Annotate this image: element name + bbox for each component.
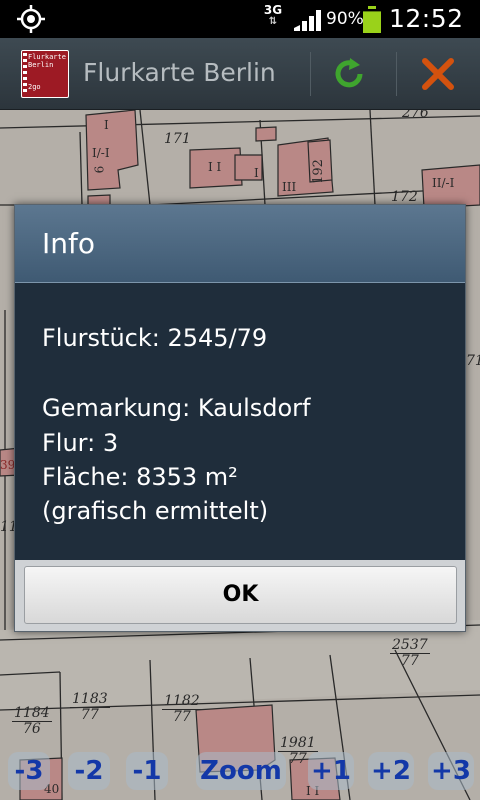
app-title: Flurkarte Berlin xyxy=(83,58,276,87)
logo-line-3: 2go xyxy=(28,83,41,91)
flur-text: Flur: 3 xyxy=(42,429,119,457)
dialog-footer: OK xyxy=(15,560,465,631)
status-bar: 3G ⇅ 90% 12:52 xyxy=(0,0,480,38)
zoom-bar: -3 -2 -1 Zoom +1 +2 +3 xyxy=(0,748,480,798)
zoom-minus-1-button[interactable]: -1 xyxy=(126,752,168,790)
app-logo-icon[interactable]: Flurkarte Berlin 2go xyxy=(21,50,69,98)
logo-line-1: Flurkarte xyxy=(28,53,66,61)
close-icon[interactable] xyxy=(418,56,458,92)
zoom-plus-2-button[interactable]: +2 xyxy=(368,752,414,790)
logo-line-2: Berlin xyxy=(28,61,54,69)
battery-icon xyxy=(363,6,381,33)
action-divider xyxy=(310,52,311,96)
network-activity-icon: ⇅ xyxy=(268,16,278,27)
action-bar: Flurkarte Berlin 2go Flurkarte Berlin xyxy=(0,38,480,110)
zoom-plus-3-button[interactable]: +3 xyxy=(428,752,474,790)
signal-icon xyxy=(294,10,321,31)
battery-percent: 90% xyxy=(326,9,364,29)
gps-icon xyxy=(17,5,45,33)
ok-button[interactable]: OK xyxy=(24,566,457,624)
dialog-body: Flurstück: 2545/79 Gemarkung: Kaulsdorf … xyxy=(15,284,465,560)
flaeche-text: Fläche: 8353 m² xyxy=(42,463,238,491)
flurstueck-text: Flurstück: 2545/79 xyxy=(42,324,268,352)
refresh-icon[interactable] xyxy=(330,56,370,92)
network-type-label: 3G xyxy=(263,3,283,17)
zoom-button[interactable]: Zoom xyxy=(196,752,286,790)
dialog-title: Info xyxy=(42,227,95,260)
network-type: 3G ⇅ xyxy=(262,4,284,28)
clock: 12:52 xyxy=(389,4,464,33)
info-dialog: Info Flurstück: 2545/79 Gemarkung: Kauls… xyxy=(14,204,466,632)
zoom-minus-3-button[interactable]: -3 xyxy=(8,752,50,790)
action-divider xyxy=(396,52,397,96)
area-note-text: (grafisch ermittelt) xyxy=(42,497,269,525)
zoom-minus-2-button[interactable]: -2 xyxy=(68,752,110,790)
gemarkung-text: Gemarkung: Kaulsdorf xyxy=(42,394,311,422)
dialog-header: Info xyxy=(15,205,465,283)
zoom-plus-1-button[interactable]: +1 xyxy=(308,752,354,790)
